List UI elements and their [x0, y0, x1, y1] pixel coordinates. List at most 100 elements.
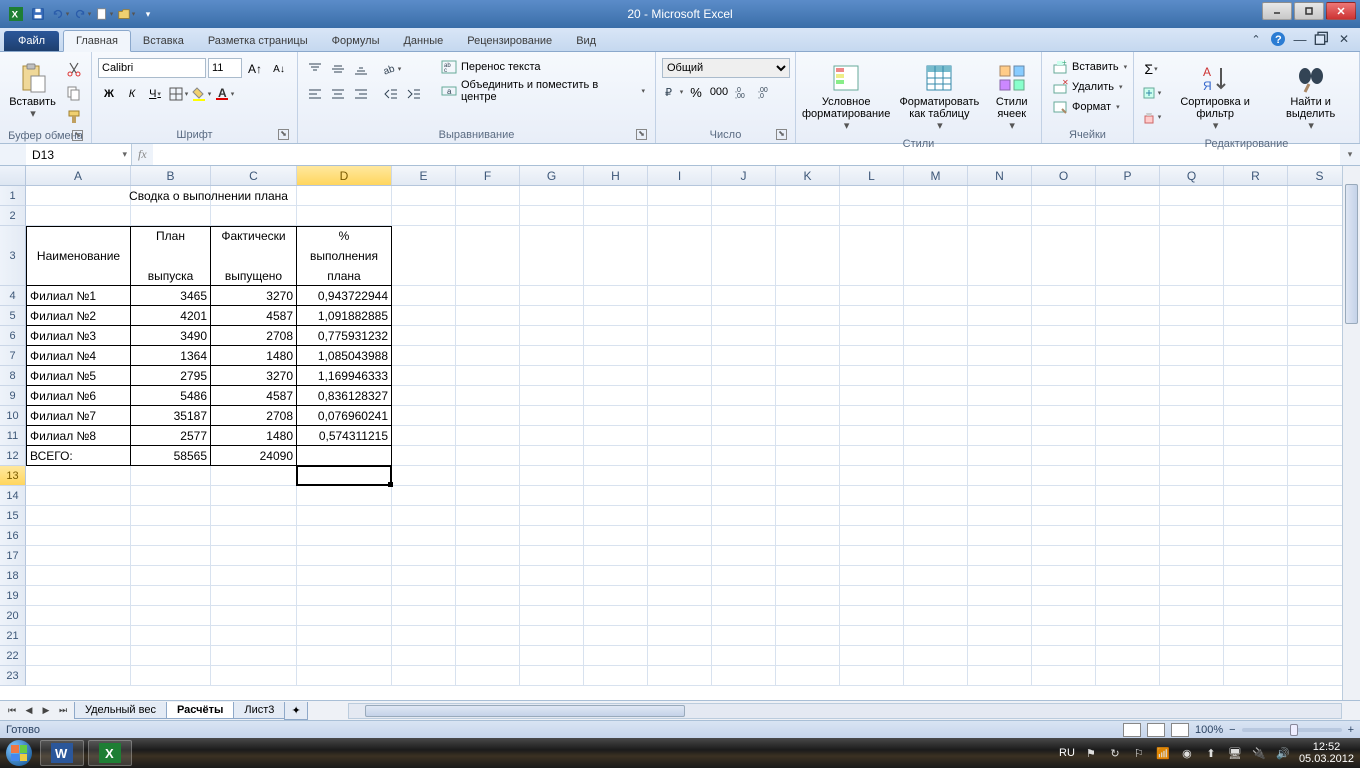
cell-H4[interactable] [584, 286, 648, 306]
cell-G6[interactable] [520, 326, 584, 346]
cell-Q2[interactable] [1160, 206, 1224, 226]
cell-E14[interactable] [392, 486, 456, 506]
row-header-19[interactable]: 19 [0, 586, 26, 606]
cell-O21[interactable] [1032, 626, 1096, 646]
cell-E9[interactable] [392, 386, 456, 406]
cell-Q3[interactable] [1160, 226, 1224, 286]
cell-H19[interactable] [584, 586, 648, 606]
cell-F1[interactable] [456, 186, 520, 206]
cell-H18[interactable] [584, 566, 648, 586]
cell-Q10[interactable] [1160, 406, 1224, 426]
cell-L22[interactable] [840, 646, 904, 666]
cell-Q22[interactable] [1160, 646, 1224, 666]
cell-K11[interactable] [776, 426, 840, 446]
cell-I7[interactable] [648, 346, 712, 366]
cell-E18[interactable] [392, 566, 456, 586]
cell-G13[interactable] [520, 466, 584, 486]
cell-P7[interactable] [1096, 346, 1160, 366]
tab-formulas[interactable]: Формулы [320, 31, 392, 51]
row-header-11[interactable]: 11 [0, 426, 26, 446]
cell-B5[interactable]: 4201 [131, 306, 211, 326]
delete-cells-button[interactable]: ✕Удалить▾ [1048, 78, 1131, 96]
cell-M12[interactable] [904, 446, 968, 466]
cell-O15[interactable] [1032, 506, 1096, 526]
cell-D4[interactable]: 0,943722944 [297, 286, 392, 306]
cell-B17[interactable] [131, 546, 211, 566]
cell-J17[interactable] [712, 546, 776, 566]
cell-F7[interactable] [456, 346, 520, 366]
cell-D13[interactable] [297, 466, 392, 486]
column-header-F[interactable]: F [456, 166, 520, 185]
row-header-13[interactable]: 13 [0, 466, 26, 486]
cell-E8[interactable] [392, 366, 456, 386]
column-header-Q[interactable]: Q [1160, 166, 1224, 185]
cell-L16[interactable] [840, 526, 904, 546]
cell-M6[interactable] [904, 326, 968, 346]
cell-P17[interactable] [1096, 546, 1160, 566]
cell-N8[interactable] [968, 366, 1032, 386]
cell-G17[interactable] [520, 546, 584, 566]
cell-styles-button[interactable]: Стили ячеек▾ [988, 58, 1035, 136]
cell-C23[interactable] [211, 666, 297, 686]
cell-J16[interactable] [712, 526, 776, 546]
cell-K16[interactable] [776, 526, 840, 546]
cell-N23[interactable] [968, 666, 1032, 686]
cell-B16[interactable] [131, 526, 211, 546]
workbook-minimize-icon[interactable]: — [1292, 31, 1308, 47]
cell-P5[interactable] [1096, 306, 1160, 326]
cell-O10[interactable] [1032, 406, 1096, 426]
align-right-button[interactable] [350, 83, 372, 105]
cell-G15[interactable] [520, 506, 584, 526]
cell-L14[interactable] [840, 486, 904, 506]
cell-N4[interactable] [968, 286, 1032, 306]
sort-filter-button[interactable]: АЯСортировка и фильтр▾ [1166, 58, 1264, 136]
cell-K5[interactable] [776, 306, 840, 326]
cell-D7[interactable]: 1,085043988 [297, 346, 392, 366]
column-header-G[interactable]: G [520, 166, 584, 185]
cell-R19[interactable] [1224, 586, 1288, 606]
cell-K2[interactable] [776, 206, 840, 226]
shrink-font-button[interactable]: A↓ [268, 58, 290, 80]
cell-G4[interactable] [520, 286, 584, 306]
row-header-7[interactable]: 7 [0, 346, 26, 366]
zoom-slider[interactable] [1242, 728, 1342, 732]
cell-P10[interactable] [1096, 406, 1160, 426]
cell-M5[interactable] [904, 306, 968, 326]
cell-A5[interactable]: Филиал №2 [26, 306, 131, 326]
column-header-H[interactable]: H [584, 166, 648, 185]
cell-A15[interactable] [26, 506, 131, 526]
cell-R7[interactable] [1224, 346, 1288, 366]
row-header-17[interactable]: 17 [0, 546, 26, 566]
row-header-22[interactable]: 22 [0, 646, 26, 666]
cell-G19[interactable] [520, 586, 584, 606]
cell-H17[interactable] [584, 546, 648, 566]
cell-N2[interactable] [968, 206, 1032, 226]
copy-button[interactable] [63, 82, 85, 104]
cell-E6[interactable] [392, 326, 456, 346]
autosum-button[interactable]: Σ▾ [1140, 58, 1162, 80]
cell-Q13[interactable] [1160, 466, 1224, 486]
cell-E10[interactable] [392, 406, 456, 426]
cell-J23[interactable] [712, 666, 776, 686]
cell-R16[interactable] [1224, 526, 1288, 546]
cell-C15[interactable] [211, 506, 297, 526]
cell-B7[interactable]: 1364 [131, 346, 211, 366]
tray-device-icon[interactable]: 🖥 [1227, 745, 1243, 761]
cell-I21[interactable] [648, 626, 712, 646]
cell-R18[interactable] [1224, 566, 1288, 586]
cell-O18[interactable] [1032, 566, 1096, 586]
cell-B12[interactable]: 58565 [131, 446, 211, 466]
cell-O9[interactable] [1032, 386, 1096, 406]
align-top-button[interactable] [304, 58, 326, 80]
cell-M22[interactable] [904, 646, 968, 666]
cell-P3[interactable] [1096, 226, 1160, 286]
row-header-8[interactable]: 8 [0, 366, 26, 386]
cell-E17[interactable] [392, 546, 456, 566]
cell-A17[interactable] [26, 546, 131, 566]
cell-P2[interactable] [1096, 206, 1160, 226]
column-header-N[interactable]: N [968, 166, 1032, 185]
cell-L5[interactable] [840, 306, 904, 326]
zoom-out-button[interactable]: − [1229, 724, 1235, 736]
cell-M11[interactable] [904, 426, 968, 446]
taskbar-word-button[interactable]: W [40, 740, 84, 766]
